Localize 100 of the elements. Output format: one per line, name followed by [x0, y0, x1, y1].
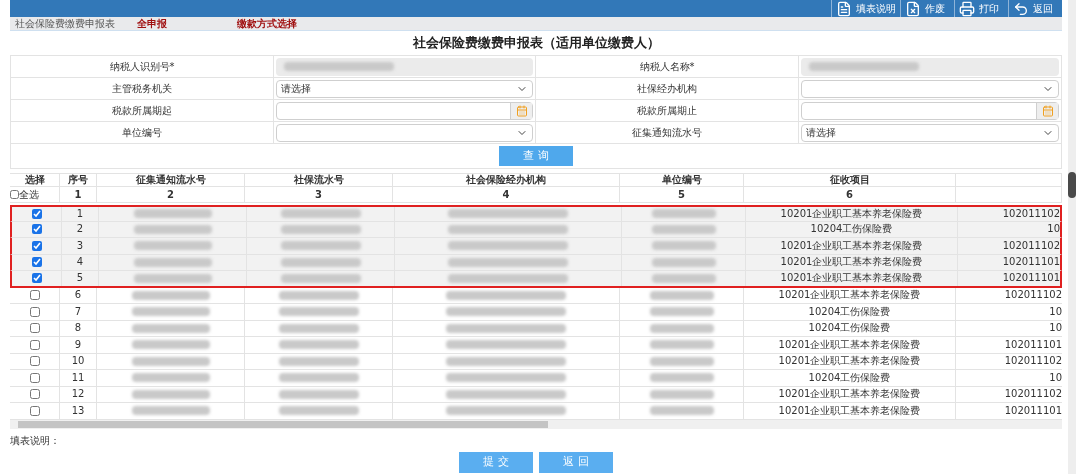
table-cell: 10 [1047, 224, 1060, 235]
step-link[interactable]: 全申报 [137, 18, 167, 29]
field-label: 单位编号 [122, 126, 162, 140]
row-number: 3 [76, 240, 84, 251]
back-arrow-icon [1013, 0, 1029, 17]
table-cell: 102011101 [1004, 339, 1062, 350]
table-cell: 102011102 [1004, 389, 1062, 400]
row-checkbox[interactable] [29, 306, 40, 317]
table-cell: 10204工伤保险费 [808, 306, 891, 317]
row-checkbox[interactable] [31, 224, 42, 235]
table-row[interactable]: 1 10201企业职工基本养老保险费 102011102 [10, 205, 1062, 222]
redacted-blur [649, 373, 714, 383]
row-number: 11 [71, 372, 85, 383]
table-row[interactable]: 5 10201企业职工基本养老保险费 102011101 [10, 271, 1062, 288]
row-number: 1 [76, 208, 84, 219]
table-cell: 10 [1049, 372, 1062, 383]
row-checkbox[interactable] [29, 405, 40, 416]
table-cell: 10 [1049, 306, 1062, 317]
column-header: 选择 [24, 175, 45, 185]
redacted-blur [649, 307, 714, 317]
row-checkbox[interactable] [29, 389, 40, 400]
row-checkbox[interactable] [29, 356, 40, 367]
select-all-label: 全选 [19, 189, 39, 200]
redacted-blur [649, 406, 714, 416]
table-cell: 10201企业职工基本养老保险费 [778, 389, 921, 400]
dropdown-field[interactable]: 请选择 [276, 79, 533, 98]
redacted-blur [651, 257, 716, 267]
row-number: 7 [74, 306, 82, 317]
field-label: 征集通知流水号 [632, 126, 702, 140]
table-row[interactable]: 13 10201企业职工基本养老保险费 102011101 [10, 403, 1062, 420]
redacted-blur [651, 209, 716, 219]
column-header: 序号 [68, 175, 88, 185]
page-label: 社会保险费缴费申报表 [15, 18, 115, 29]
table-cell: 102011102 [1004, 356, 1062, 367]
column-number: 2 [167, 189, 174, 200]
calendar-icon [1041, 104, 1054, 117]
table-cell: 102011102 [1002, 240, 1060, 251]
table-cell: 102011101 [1002, 273, 1060, 284]
row-checkbox[interactable] [31, 257, 42, 268]
column-header: 征集通知流水号 [135, 175, 206, 185]
document-x-icon [905, 0, 921, 17]
row-number: 13 [71, 405, 85, 416]
table-row[interactable]: 7 10204工伤保险费 10 [10, 304, 1062, 321]
table-cell: 102011101 [1002, 257, 1060, 268]
redacted-blur [649, 290, 714, 300]
row-checkbox[interactable] [31, 208, 42, 219]
redacted-blur [649, 323, 714, 333]
table-cell: 10204工伤保险费 [808, 323, 891, 334]
table-cell: 10201企业职工基本养老保险费 [780, 273, 923, 284]
field-label: 税款所属期起 [112, 104, 172, 118]
field-label: 纳税人识别号* [109, 60, 175, 74]
row-number: 4 [76, 257, 84, 268]
column-header: 社会保险经办机构 [466, 175, 546, 185]
column-number: 4 [502, 189, 510, 200]
table-cell: 10201企业职工基本养老保险费 [778, 339, 921, 350]
field-label: 税款所属期止 [637, 104, 697, 118]
row-checkbox[interactable] [29, 323, 40, 334]
redacted-blur [649, 340, 714, 350]
row-checkbox[interactable] [31, 273, 42, 284]
table-row[interactable]: 3 10201企业职工基本养老保险费 102011102 [10, 238, 1062, 255]
row-number: 2 [76, 224, 84, 235]
table-row[interactable]: 11 10204工伤保险费 10 [10, 370, 1062, 387]
horizontal-scrollbar[interactable] [10, 419, 1062, 429]
table-cell: 10201企业职工基本养老保险费 [778, 405, 921, 416]
note-label: 填表说明： [10, 433, 61, 448]
row-number: 6 [74, 290, 82, 301]
table-cell: 10201企业职工基本养老保险费 [780, 208, 923, 219]
dropdown-field[interactable] [276, 123, 533, 142]
vertical-scrollbar[interactable] [1068, 0, 1076, 474]
field-label: 主管税务机关 [112, 82, 172, 96]
table-cell: 10201企业职工基本养老保险费 [780, 257, 923, 268]
column-number: 6 [846, 189, 853, 200]
row-checkbox[interactable] [29, 372, 40, 383]
table-cell: 102011101 [1004, 405, 1062, 416]
date-field[interactable] [801, 101, 1059, 120]
row-checkbox[interactable] [29, 339, 40, 350]
dropdown-field[interactable] [801, 79, 1059, 98]
date-field[interactable] [276, 101, 533, 120]
table-row[interactable]: 9 10201企业职工基本养老保险费 102011101 [10, 337, 1062, 354]
calendar-icon [515, 104, 528, 117]
form-title: 社会保险费缴费申报表（适用单位缴费人） [412, 34, 660, 53]
row-checkbox[interactable] [29, 290, 40, 301]
table-cell: 10201企业职工基本养老保险费 [780, 240, 923, 251]
row-number: 12 [71, 389, 85, 400]
redacted-blur [649, 356, 714, 366]
table-cell: 102011102 [1004, 290, 1062, 301]
printer-icon [959, 0, 975, 17]
select-all-checkbox[interactable] [10, 190, 19, 199]
dropdown-field[interactable]: 请选择 [801, 123, 1059, 142]
column-number: 1 [74, 189, 82, 200]
column-number: 5 [678, 189, 685, 200]
column-number: 3 [315, 189, 322, 200]
step-link[interactable]: 缴款方式选择 [237, 18, 297, 29]
field-label: 社保经办机构 [637, 82, 697, 96]
row-checkbox[interactable] [31, 240, 42, 251]
table-cell: 10204工伤保险费 [810, 224, 893, 235]
field-label: 纳税人名称* [639, 60, 695, 74]
row-number: 9 [74, 339, 82, 350]
redacted-blur [651, 273, 716, 283]
table-cell: 10201企业职工基本养老保险费 [778, 290, 921, 301]
